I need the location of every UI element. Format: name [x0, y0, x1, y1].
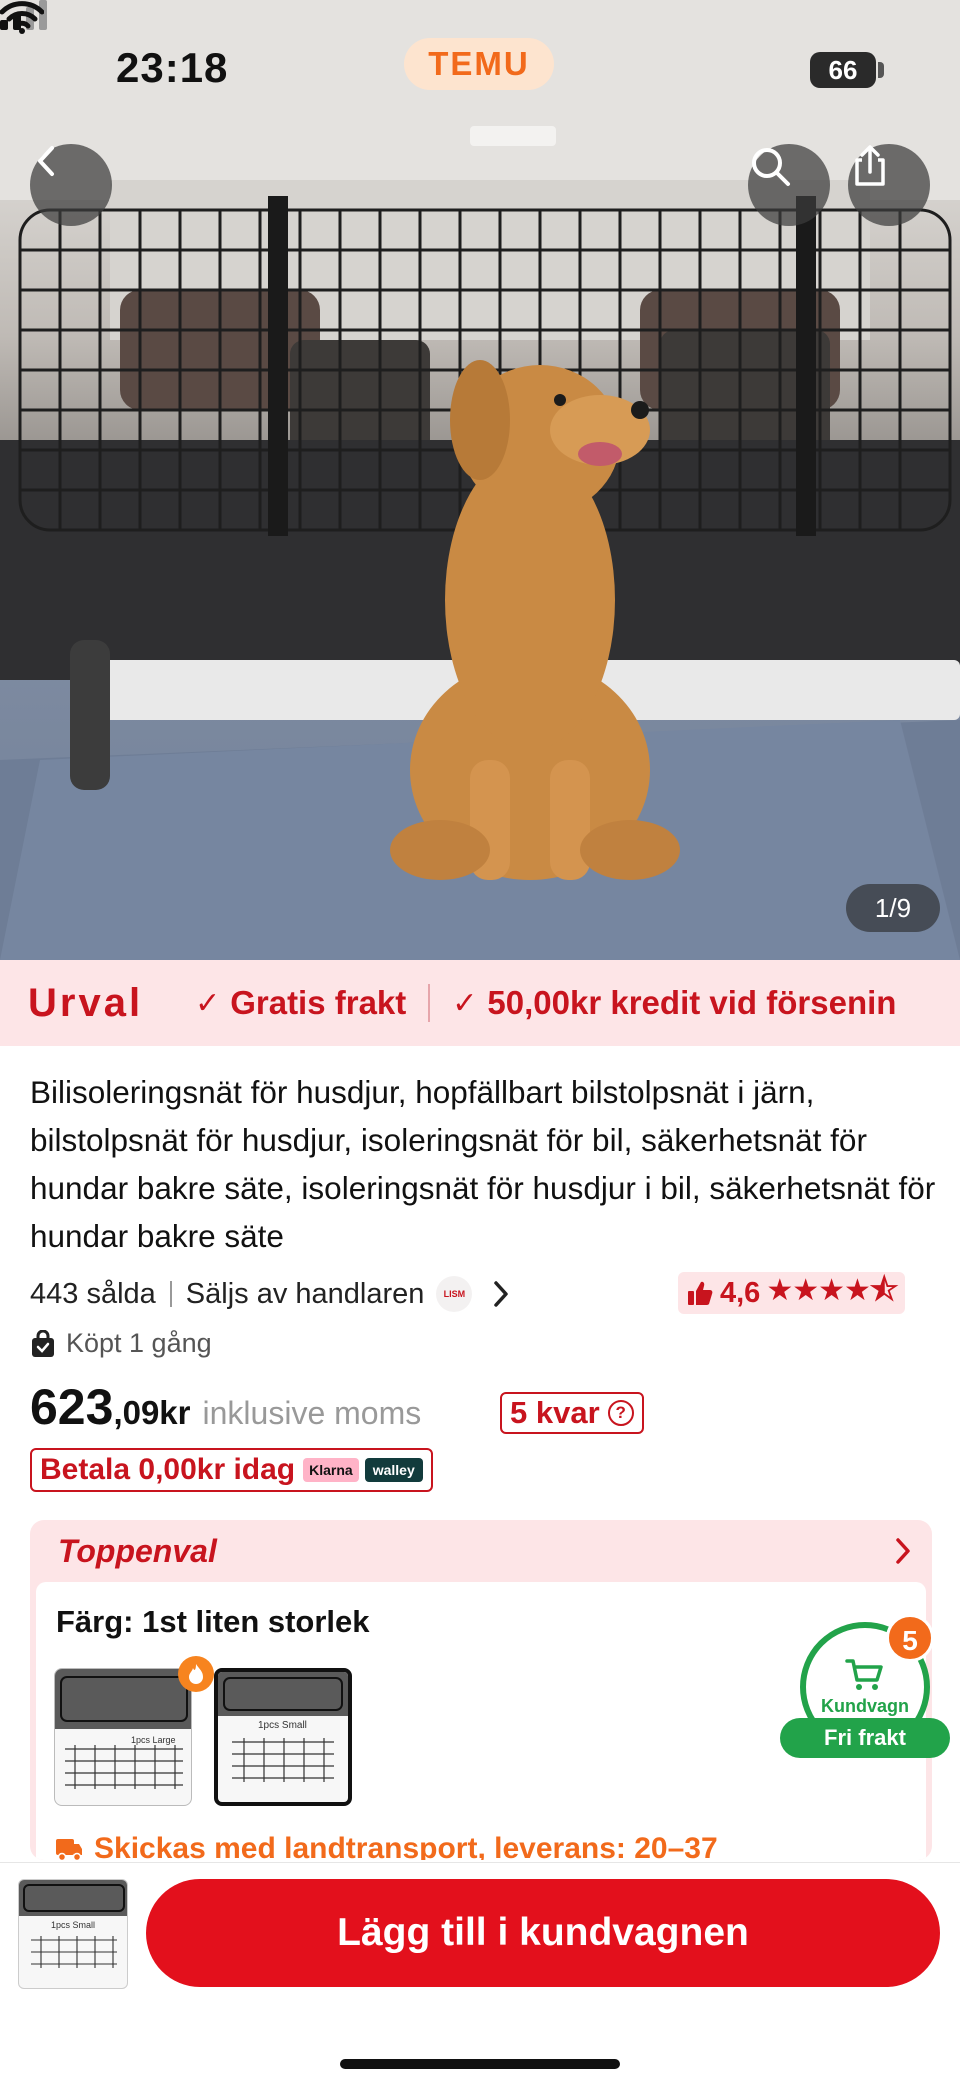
status-bar: 23:18 TEMU 66 [0, 0, 960, 130]
back-button[interactable] [30, 144, 112, 226]
benefit-delay-credit: ✓ 50,00kr kredit vid försenin [452, 984, 896, 1022]
selected-variant-thumbnail[interactable]: 1pcs Small [18, 1879, 128, 1989]
battery-indicator: 66 [810, 52, 876, 88]
pay-later-label: Betala 0,00kr idag [40, 1453, 296, 1486]
swatch-image [218, 1672, 348, 1782]
color-label: Färg: 1st liten storlek [56, 1604, 370, 1639]
thumbs-up-icon [688, 1281, 713, 1305]
product-image-gallery[interactable]: 23:18 TEMU 66 1/9 [0, 0, 960, 960]
search-button[interactable] [748, 144, 830, 226]
divider [169, 1281, 172, 1307]
home-indicator [340, 2059, 620, 2069]
chevron-left-icon [38, 146, 54, 176]
divider [428, 984, 431, 1022]
benefit-label: 50,00kr kredit vid försenin [487, 984, 897, 1021]
pay-later-badge[interactable]: Betala 0,00kr idag Klarna walley [30, 1448, 433, 1492]
truck-icon [56, 1839, 82, 1860]
chevron-right-icon [896, 1538, 910, 1564]
share-icon [855, 145, 885, 186]
klarna-logo: Klarna [303, 1458, 359, 1482]
image-counter: 1/9 [846, 884, 940, 932]
urval-badge: Urval [28, 980, 144, 1025]
share-button[interactable] [848, 144, 930, 226]
wifi-icon [0, 1, 44, 34]
sold-count: 443 sålda [30, 1277, 156, 1310]
product-photo [0, 0, 960, 960]
options-header[interactable]: Toppenval [30, 1520, 932, 1582]
status-time: 23:18 [116, 44, 229, 91]
swatch-label: 1pcs Small [258, 1720, 307, 1731]
seller-logo: LISM [436, 1276, 473, 1312]
rating-value: 4,6 [720, 1276, 761, 1309]
price-note: inklusive moms [202, 1395, 422, 1431]
benefits-strip[interactable]: Urval ✓ Gratis frakt ✓ 50,00kr kredit vi… [0, 960, 960, 1046]
add-to-cart-button[interactable]: Lägg till i kundvagnen [146, 1879, 940, 1987]
shopping-bag-icon [32, 1329, 54, 1357]
check-icon: ✓ [452, 986, 478, 1020]
swatch-small-selected[interactable]: 1pcs Small [214, 1668, 352, 1806]
app-label: TEMU [404, 38, 554, 90]
thumbnail-label: 1pcs Small [51, 1920, 96, 1930]
price-fraction: ,09kr [113, 1394, 191, 1431]
thumbnail-image [19, 1880, 127, 1968]
shipping-info[interactable]: Skickas med landtransport, leverans: 20–… [54, 1832, 718, 1860]
battery-tip [878, 62, 884, 78]
search-icon [752, 148, 790, 186]
cart-icon [845, 1658, 883, 1690]
free-shipping-badge: Fri frakt [780, 1718, 950, 1758]
seller-link[interactable]: Säljs av handlaren [186, 1278, 425, 1311]
check-icon: ✓ [195, 986, 221, 1020]
cart-count-badge: 5 [886, 1614, 934, 1662]
stock-badge[interactable]: 5 kvar ? [500, 1392, 644, 1434]
stock-label: 5 kvar [510, 1395, 600, 1430]
price: 623 ,09kr inklusive moms [30, 1378, 421, 1438]
flame-icon [189, 1664, 203, 1684]
swatch-large[interactable]: 1pcs Large [54, 1668, 192, 1806]
help-icon: ? [607, 1400, 634, 1426]
benefit-free-shipping: ✓ Gratis frakt [195, 984, 406, 1022]
cart-label: Kundvagn [821, 1695, 909, 1716]
price-main: 623 [30, 1379, 114, 1435]
benefit-label: Gratis frakt [230, 984, 407, 1021]
chevron-right-icon [494, 1281, 509, 1307]
bought-label: Köpt 1 gång [66, 1328, 212, 1358]
options-title: Toppenval [58, 1532, 217, 1569]
bought-count: Köpt 1 gång [30, 1328, 212, 1359]
rating-badge[interactable]: 4,6 ★★★★⯪ [678, 1272, 906, 1314]
shipping-label: Skickas med landtransport, leverans: 20–… [94, 1832, 718, 1860]
swatch-label: 1pcs Large [131, 1735, 176, 1745]
star-rating-icon: ★★★★⯪ [766, 1273, 898, 1307]
bottom-action-bar: 1pcs Small Lägg till i kundvagnen [0, 1862, 960, 2081]
hot-badge [178, 1656, 214, 1692]
options-card: Toppenval Färg: 1st liten storlek 1pcs L… [30, 1520, 932, 1860]
walley-logo: walley [364, 1458, 423, 1482]
product-title: Bilisoleringsnät för husdjur, hopfällbar… [30, 1074, 936, 1254]
